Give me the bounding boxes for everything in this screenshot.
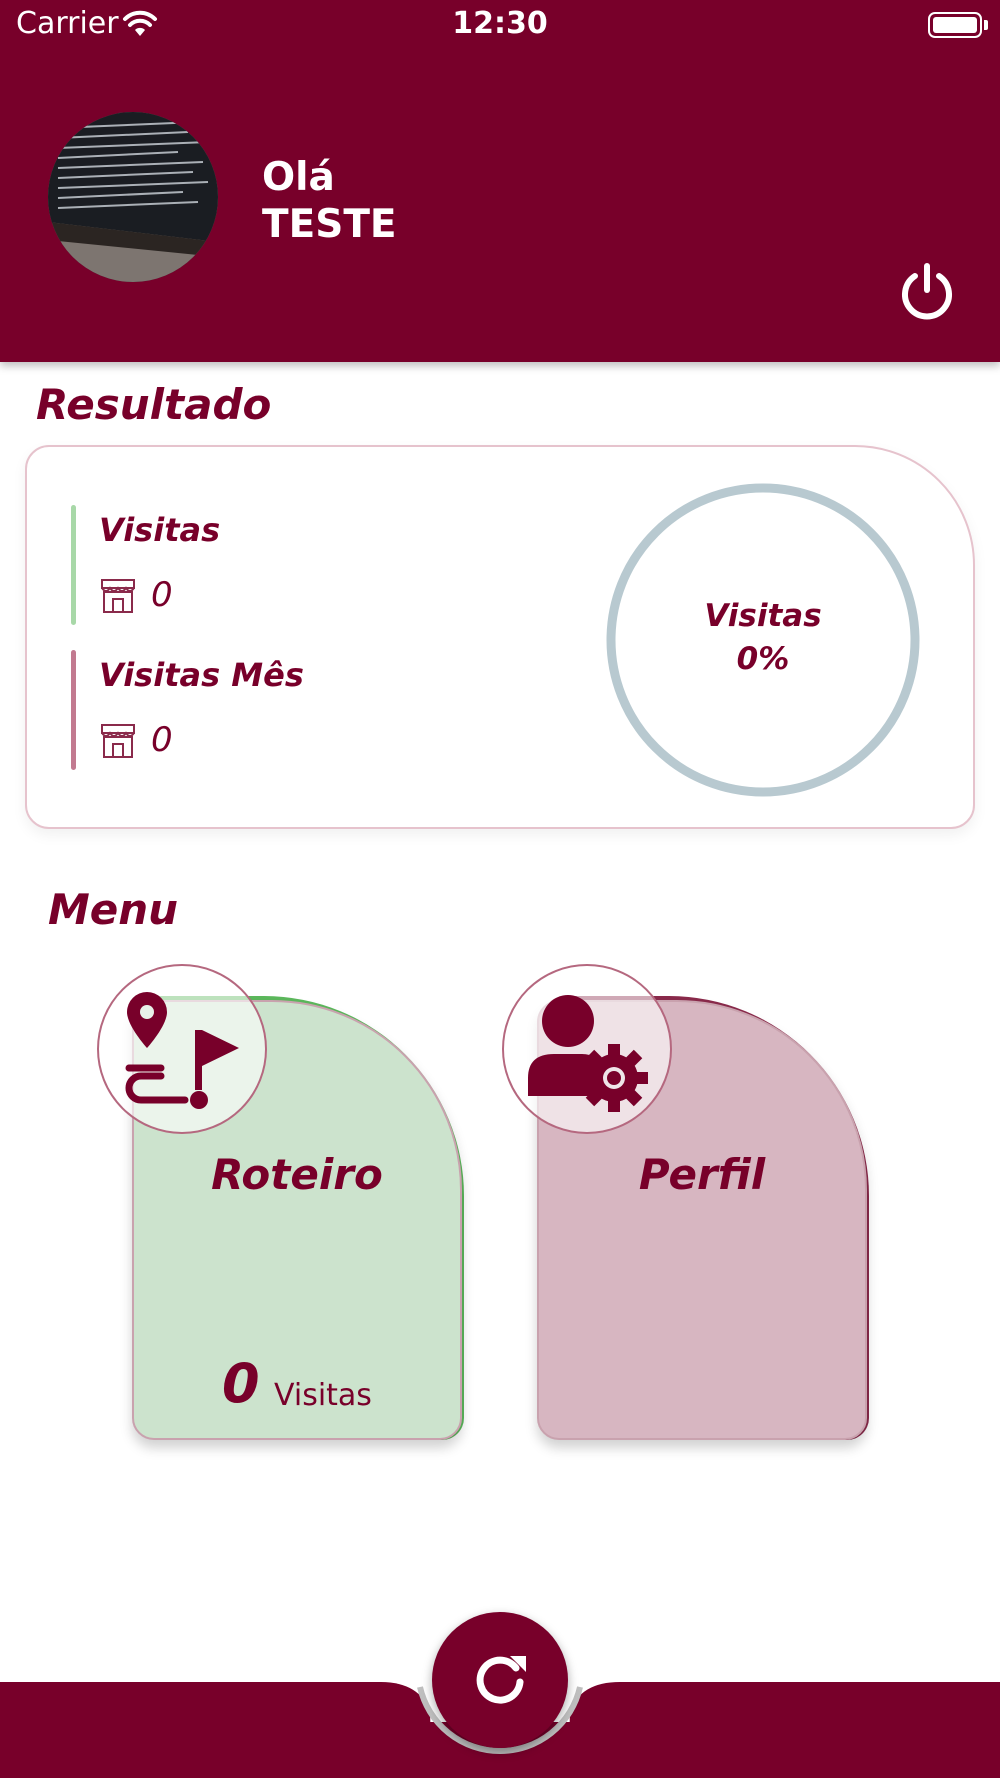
stat-visitas-label: Visitas [99,511,221,549]
user-name: TESTE [262,202,397,247]
ring-label: Visitas [704,598,822,634]
status-bar: Carrier 12:30 [0,0,1000,50]
greeting: Olá TESTE [262,154,397,248]
refresh-icon [476,1656,526,1704]
resultado-card: Visitas 0 Visitas Mês 0 Visitas 0% [25,445,975,829]
store-icon [101,579,135,613]
roteiro-count-label: Visitas [274,1378,372,1413]
greeting-hello: Olá [262,155,335,200]
perfil-icon-circle [502,964,672,1134]
resultado-title: Resultado [36,380,272,429]
stat-visitas-mes-label: Visitas Mês [99,656,304,694]
menu-title: Menu [48,885,179,934]
roteiro-label: Roteiro [211,1150,383,1199]
stat-visitas: Visitas 0 [71,505,471,625]
stat-visitas-mes: Visitas Mês 0 [71,650,471,770]
header: Carrier 12:30 Olá TESTE [0,0,1000,362]
roteiro-count: 0 [222,1352,260,1415]
ring-text: Visitas 0% [604,595,922,681]
stat-visitas-bar [71,505,76,625]
refresh-button[interactable] [432,1612,568,1748]
power-icon[interactable] [898,262,956,322]
stat-visitas-mes-value: 0 [151,720,173,760]
store-icon [101,724,135,758]
user-settings-icon [528,995,648,1112]
stat-visitas-mes-bar [71,650,76,770]
clock: 12:30 [452,6,548,41]
avatar-photo [48,112,218,282]
perfil-label: Perfil [638,1150,766,1199]
roteiro-icon-circle [97,964,267,1134]
battery-icon [928,12,982,38]
avatar[interactable] [48,112,218,282]
stat-visitas-value: 0 [151,575,173,615]
ring-percent: 0% [736,641,790,677]
route-icon [125,992,239,1109]
battery-tip [984,20,988,30]
